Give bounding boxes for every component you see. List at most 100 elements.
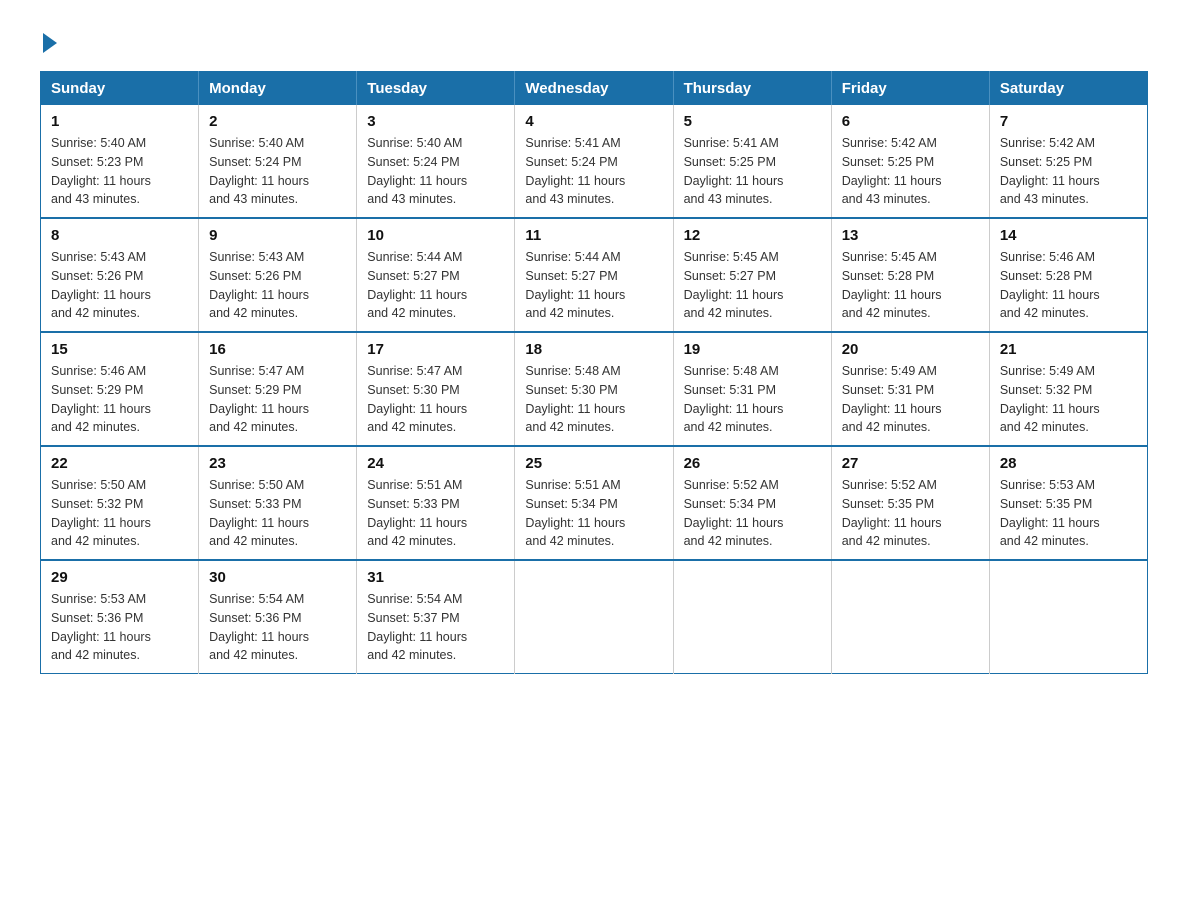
day-info: Sunrise: 5:47 AM Sunset: 5:30 PM Dayligh… (367, 362, 504, 437)
calendar-cell (831, 560, 989, 674)
day-number: 11 (525, 227, 662, 244)
day-number: 27 (842, 455, 979, 472)
logo-arrow-icon (43, 33, 57, 53)
header-friday: Friday (831, 72, 989, 106)
day-info: Sunrise: 5:40 AM Sunset: 5:24 PM Dayligh… (209, 134, 346, 209)
day-number: 25 (525, 455, 662, 472)
calendar-cell: 10 Sunrise: 5:44 AM Sunset: 5:27 PM Dayl… (357, 218, 515, 332)
day-number: 9 (209, 227, 346, 244)
calendar-cell: 7 Sunrise: 5:42 AM Sunset: 5:25 PM Dayli… (989, 105, 1147, 218)
week-row-3: 15 Sunrise: 5:46 AM Sunset: 5:29 PM Dayl… (41, 332, 1148, 446)
week-row-4: 22 Sunrise: 5:50 AM Sunset: 5:32 PM Dayl… (41, 446, 1148, 560)
day-number: 16 (209, 341, 346, 358)
day-number: 22 (51, 455, 188, 472)
day-number: 2 (209, 113, 346, 130)
calendar-cell: 23 Sunrise: 5:50 AM Sunset: 5:33 PM Dayl… (199, 446, 357, 560)
header-wednesday: Wednesday (515, 72, 673, 106)
day-number: 10 (367, 227, 504, 244)
calendar-cell: 19 Sunrise: 5:48 AM Sunset: 5:31 PM Dayl… (673, 332, 831, 446)
calendar-cell: 14 Sunrise: 5:46 AM Sunset: 5:28 PM Dayl… (989, 218, 1147, 332)
day-number: 17 (367, 341, 504, 358)
day-number: 18 (525, 341, 662, 358)
day-number: 19 (684, 341, 821, 358)
calendar-cell (989, 560, 1147, 674)
day-info: Sunrise: 5:43 AM Sunset: 5:26 PM Dayligh… (209, 248, 346, 323)
week-row-1: 1 Sunrise: 5:40 AM Sunset: 5:23 PM Dayli… (41, 105, 1148, 218)
day-info: Sunrise: 5:47 AM Sunset: 5:29 PM Dayligh… (209, 362, 346, 437)
day-info: Sunrise: 5:40 AM Sunset: 5:24 PM Dayligh… (367, 134, 504, 209)
calendar-cell: 21 Sunrise: 5:49 AM Sunset: 5:32 PM Dayl… (989, 332, 1147, 446)
day-number: 3 (367, 113, 504, 130)
day-info: Sunrise: 5:48 AM Sunset: 5:31 PM Dayligh… (684, 362, 821, 437)
day-info: Sunrise: 5:51 AM Sunset: 5:34 PM Dayligh… (525, 476, 662, 551)
day-number: 30 (209, 569, 346, 586)
day-number: 31 (367, 569, 504, 586)
day-info: Sunrise: 5:52 AM Sunset: 5:34 PM Dayligh… (684, 476, 821, 551)
day-number: 8 (51, 227, 188, 244)
day-info: Sunrise: 5:41 AM Sunset: 5:24 PM Dayligh… (525, 134, 662, 209)
header-sunday: Sunday (41, 72, 199, 106)
calendar-cell: 27 Sunrise: 5:52 AM Sunset: 5:35 PM Dayl… (831, 446, 989, 560)
calendar-cell: 2 Sunrise: 5:40 AM Sunset: 5:24 PM Dayli… (199, 105, 357, 218)
header-monday: Monday (199, 72, 357, 106)
day-info: Sunrise: 5:45 AM Sunset: 5:28 PM Dayligh… (842, 248, 979, 323)
calendar-cell: 28 Sunrise: 5:53 AM Sunset: 5:35 PM Dayl… (989, 446, 1147, 560)
header-tuesday: Tuesday (357, 72, 515, 106)
day-number: 6 (842, 113, 979, 130)
calendar-cell: 24 Sunrise: 5:51 AM Sunset: 5:33 PM Dayl… (357, 446, 515, 560)
day-number: 1 (51, 113, 188, 130)
week-row-5: 29 Sunrise: 5:53 AM Sunset: 5:36 PM Dayl… (41, 560, 1148, 674)
day-number: 13 (842, 227, 979, 244)
day-info: Sunrise: 5:44 AM Sunset: 5:27 PM Dayligh… (367, 248, 504, 323)
day-number: 7 (1000, 113, 1137, 130)
day-number: 21 (1000, 341, 1137, 358)
calendar-cell: 3 Sunrise: 5:40 AM Sunset: 5:24 PM Dayli… (357, 105, 515, 218)
day-info: Sunrise: 5:53 AM Sunset: 5:36 PM Dayligh… (51, 590, 188, 665)
calendar-cell: 8 Sunrise: 5:43 AM Sunset: 5:26 PM Dayli… (41, 218, 199, 332)
day-number: 24 (367, 455, 504, 472)
day-info: Sunrise: 5:50 AM Sunset: 5:32 PM Dayligh… (51, 476, 188, 551)
calendar-cell: 11 Sunrise: 5:44 AM Sunset: 5:27 PM Dayl… (515, 218, 673, 332)
day-info: Sunrise: 5:41 AM Sunset: 5:25 PM Dayligh… (684, 134, 821, 209)
day-info: Sunrise: 5:54 AM Sunset: 5:36 PM Dayligh… (209, 590, 346, 665)
day-info: Sunrise: 5:40 AM Sunset: 5:23 PM Dayligh… (51, 134, 188, 209)
day-info: Sunrise: 5:49 AM Sunset: 5:31 PM Dayligh… (842, 362, 979, 437)
page-header (40, 30, 1148, 51)
calendar-cell: 4 Sunrise: 5:41 AM Sunset: 5:24 PM Dayli… (515, 105, 673, 218)
calendar-cell: 29 Sunrise: 5:53 AM Sunset: 5:36 PM Dayl… (41, 560, 199, 674)
calendar-cell: 30 Sunrise: 5:54 AM Sunset: 5:36 PM Dayl… (199, 560, 357, 674)
logo (40, 30, 57, 51)
day-number: 20 (842, 341, 979, 358)
calendar-cell: 5 Sunrise: 5:41 AM Sunset: 5:25 PM Dayli… (673, 105, 831, 218)
day-number: 14 (1000, 227, 1137, 244)
calendar-cell: 26 Sunrise: 5:52 AM Sunset: 5:34 PM Dayl… (673, 446, 831, 560)
calendar-cell: 22 Sunrise: 5:50 AM Sunset: 5:32 PM Dayl… (41, 446, 199, 560)
day-info: Sunrise: 5:48 AM Sunset: 5:30 PM Dayligh… (525, 362, 662, 437)
day-info: Sunrise: 5:53 AM Sunset: 5:35 PM Dayligh… (1000, 476, 1137, 551)
day-number: 23 (209, 455, 346, 472)
day-info: Sunrise: 5:46 AM Sunset: 5:29 PM Dayligh… (51, 362, 188, 437)
day-info: Sunrise: 5:43 AM Sunset: 5:26 PM Dayligh… (51, 248, 188, 323)
calendar-cell: 1 Sunrise: 5:40 AM Sunset: 5:23 PM Dayli… (41, 105, 199, 218)
day-info: Sunrise: 5:51 AM Sunset: 5:33 PM Dayligh… (367, 476, 504, 551)
day-info: Sunrise: 5:49 AM Sunset: 5:32 PM Dayligh… (1000, 362, 1137, 437)
day-info: Sunrise: 5:42 AM Sunset: 5:25 PM Dayligh… (842, 134, 979, 209)
day-info: Sunrise: 5:45 AM Sunset: 5:27 PM Dayligh… (684, 248, 821, 323)
calendar-cell: 31 Sunrise: 5:54 AM Sunset: 5:37 PM Dayl… (357, 560, 515, 674)
day-info: Sunrise: 5:54 AM Sunset: 5:37 PM Dayligh… (367, 590, 504, 665)
day-number: 4 (525, 113, 662, 130)
calendar-header-row: SundayMondayTuesdayWednesdayThursdayFrid… (41, 72, 1148, 106)
header-thursday: Thursday (673, 72, 831, 106)
day-info: Sunrise: 5:50 AM Sunset: 5:33 PM Dayligh… (209, 476, 346, 551)
calendar-cell: 12 Sunrise: 5:45 AM Sunset: 5:27 PM Dayl… (673, 218, 831, 332)
day-number: 12 (684, 227, 821, 244)
day-number: 15 (51, 341, 188, 358)
calendar-cell: 20 Sunrise: 5:49 AM Sunset: 5:31 PM Dayl… (831, 332, 989, 446)
calendar-cell (673, 560, 831, 674)
calendar-cell: 16 Sunrise: 5:47 AM Sunset: 5:29 PM Dayl… (199, 332, 357, 446)
day-number: 26 (684, 455, 821, 472)
calendar-cell: 25 Sunrise: 5:51 AM Sunset: 5:34 PM Dayl… (515, 446, 673, 560)
day-number: 28 (1000, 455, 1137, 472)
day-number: 5 (684, 113, 821, 130)
calendar-cell: 17 Sunrise: 5:47 AM Sunset: 5:30 PM Dayl… (357, 332, 515, 446)
